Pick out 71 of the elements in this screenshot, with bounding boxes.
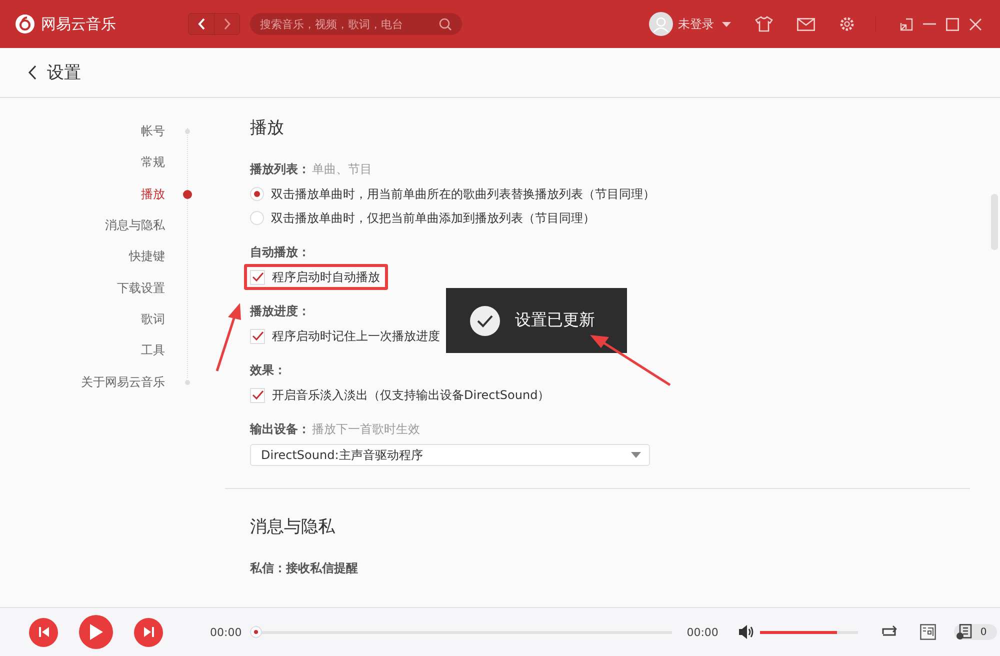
playlist-icon <box>956 624 974 640</box>
setting-hint: 单曲、节目 <box>312 161 372 178</box>
sidebar-item[interactable]: 播放 <box>0 186 165 203</box>
back-icon[interactable] <box>28 65 37 80</box>
option-label: 双击播放单曲时，用当前单曲所在的歌曲列表替换播放列表（节目同理） <box>271 186 655 202</box>
setting-label: 播放列表： <box>250 161 310 178</box>
setting-label: 输出设备： <box>250 421 310 438</box>
setting-label: 私信：接收私信提醒 <box>250 560 358 577</box>
sidebar-item[interactable]: 快捷键 <box>0 248 165 266</box>
sidebar-item[interactable]: 帐号 <box>0 123 165 140</box>
chevron-left-icon <box>198 18 206 30</box>
section-title: 消息与隐私 <box>249 516 336 538</box>
minimize-icon[interactable] <box>923 23 936 25</box>
caret-icon[interactable] <box>722 22 731 26</box>
caret-icon <box>631 452 641 458</box>
play-icon <box>89 624 103 640</box>
sidebar-item[interactable]: 关于网易云音乐 <box>0 374 165 391</box>
search-field[interactable]: 搜索音乐，视频，歌词，电台 <box>250 13 462 35</box>
setting-label: 播放进度： <box>250 303 310 320</box>
volume-slider[interactable] <box>760 630 858 634</box>
option-label: 双击播放单曲时，仅把当前单曲添加到播放列表（节目同理） <box>271 210 595 226</box>
page-title: 设置 <box>47 62 81 84</box>
sidebar-item[interactable]: 消息与隐私 <box>0 217 165 234</box>
option-label: 程序启动时自动播放 <box>272 268 380 286</box>
search-icon <box>439 18 452 30</box>
section-title: 播放 <box>249 117 285 139</box>
logo-icon <box>15 14 35 34</box>
volume-icon[interactable] <box>738 625 754 639</box>
option-label: 程序启动时记住上一次播放进度 <box>272 328 440 344</box>
playlist-button[interactable]: 0 <box>954 624 997 640</box>
close-icon[interactable] <box>969 18 982 30</box>
skip-back-icon <box>38 626 50 638</box>
option-label: 开启音乐淡入淡出（仅支持输出设备DirectSound） <box>272 386 550 404</box>
avatar-icon[interactable] <box>649 12 673 36</box>
elapsed-time: 00:00 <box>210 626 242 638</box>
lyrics-icon[interactable] <box>920 624 936 640</box>
mini-mode-icon[interactable] <box>900 18 913 30</box>
sidebar-item[interactable]: 歌词 <box>0 310 165 328</box>
sidebar-item[interactable]: 工具 <box>0 342 165 360</box>
setting-label: 效果： <box>250 362 286 379</box>
total-time: 00:00 <box>686 626 718 638</box>
repeat-icon[interactable] <box>880 625 898 639</box>
checkbox[interactable] <box>250 270 265 284</box>
forward-button[interactable] <box>214 14 239 34</box>
chevron-right-icon <box>223 18 231 30</box>
radio-button[interactable] <box>250 211 264 225</box>
radio-button[interactable] <box>250 187 264 201</box>
setting-label: 自动播放： <box>250 244 310 261</box>
previous-button[interactable] <box>29 618 58 646</box>
user-name[interactable]: 未登录 <box>678 16 714 32</box>
sidebar-item[interactable]: 下载设置 <box>0 280 165 297</box>
setting-hint: 播放下一首歌时生效 <box>312 421 420 438</box>
sidebar-item[interactable]: 常规 <box>0 154 165 172</box>
mail-icon[interactable] <box>797 18 815 30</box>
settings-icon[interactable] <box>839 16 855 32</box>
rail-dot <box>185 380 190 385</box>
back-button[interactable] <box>189 14 214 34</box>
maximize-icon[interactable] <box>946 18 959 30</box>
check-icon <box>470 306 500 336</box>
next-button[interactable] <box>134 618 163 646</box>
toast-message: 设置已更新 <box>515 310 595 331</box>
skip-forward-icon <box>142 626 154 638</box>
shirt-icon[interactable] <box>755 16 773 32</box>
progress-handle[interactable] <box>250 626 262 638</box>
active-dot <box>183 190 192 199</box>
play-button[interactable] <box>79 615 113 649</box>
checkbox[interactable] <box>250 328 265 344</box>
app-name: 网易云音乐 <box>41 14 116 34</box>
checkbox[interactable] <box>250 388 265 402</box>
scrollbar[interactable] <box>991 194 998 250</box>
output-device-dropdown[interactable]: DirectSound:主声音驱动程序 <box>250 444 650 466</box>
